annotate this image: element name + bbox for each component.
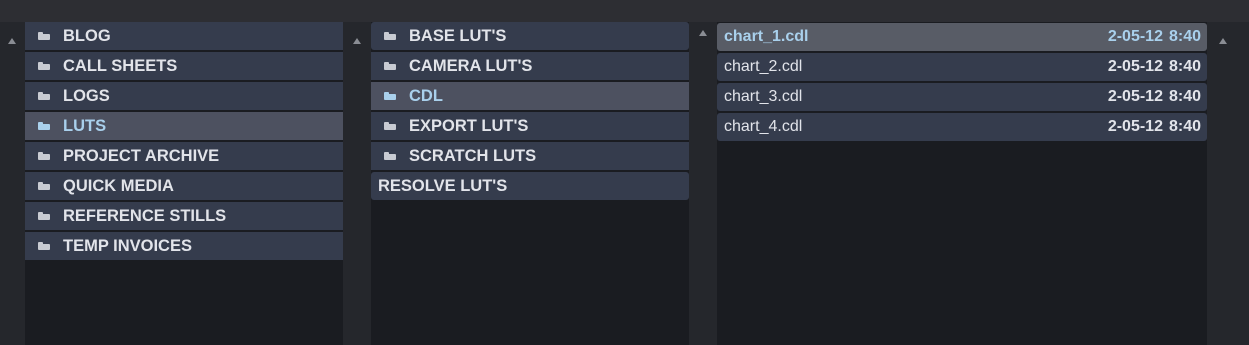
folder-icon	[38, 182, 50, 190]
folder-label: PROJECT ARCHIVE	[63, 146, 220, 165]
folder-label: SCRATCH LUTS	[409, 146, 537, 165]
folder-icon	[384, 152, 396, 160]
folder-icon	[38, 212, 50, 220]
file-item[interactable]: chart_4.cdl 2-05-12 8:40	[717, 113, 1207, 141]
folder-icon	[38, 92, 50, 100]
folder-item[interactable]: EXPORT LUT'S	[371, 112, 689, 140]
folder-icon	[38, 152, 50, 160]
folder-item[interactable]: LOGS	[25, 82, 343, 110]
folder-label: CALL SHEETS	[63, 56, 178, 75]
folder-label: CDL	[409, 86, 443, 105]
scroll-up-icon[interactable]	[1219, 38, 1227, 44]
folder-label: BASE LUT'S	[409, 26, 507, 45]
file-name: chart_2.cdl	[724, 58, 803, 75]
scroll-up-icon[interactable]	[699, 30, 707, 36]
file-item[interactable]: chart_2.cdl 2-05-12 8:40	[717, 53, 1207, 81]
file-date: 2-05-12 8:40	[1107, 118, 1201, 135]
folder-icon	[38, 122, 50, 130]
folder-item[interactable]: CAMERA LUT'S	[371, 52, 689, 80]
folder-item[interactable]: REFERENCE STILLS	[25, 202, 343, 230]
folder-item-selected[interactable]: LUTS	[25, 112, 343, 140]
file-name: chart_4.cdl	[724, 118, 803, 135]
folder-column-2: BASE LUT'S CAMERA LUT'S CDL EXPORT LUT'S…	[371, 22, 689, 345]
folder-label: BLOG	[63, 26, 111, 45]
column2-scrollbar[interactable]	[343, 22, 371, 345]
file-date: 2-05-12 8:40	[1107, 58, 1201, 75]
folder-item-selected[interactable]: CDL	[371, 82, 689, 110]
column1-scrollbar[interactable]	[0, 22, 25, 345]
folder-label: REFERENCE STILLS	[63, 206, 227, 225]
folder-label: LUTS	[63, 116, 107, 135]
file-item-selected[interactable]: chart_1.cdl 2-05-12 8:40	[717, 23, 1207, 51]
folder-icon	[38, 242, 50, 250]
folder-item[interactable]: TEMP INVOICES	[25, 232, 343, 260]
folder-icon	[38, 62, 50, 70]
column3-scrollbar[interactable]	[689, 22, 717, 345]
folder-item[interactable]: RESOLVE LUT'S	[371, 172, 689, 200]
file-item[interactable]: chart_3.cdl 2-05-12 8:40	[717, 83, 1207, 111]
folder-icon	[384, 62, 396, 70]
folder-label: LOGS	[63, 86, 110, 105]
file-name: chart_1.cdl	[724, 28, 809, 45]
folder-icon	[384, 92, 396, 100]
folder-label: CAMERA LUT'S	[409, 56, 533, 75]
folder-item[interactable]: BLOG	[25, 22, 343, 50]
folder-label: RESOLVE LUT'S	[378, 176, 508, 195]
scroll-up-icon[interactable]	[8, 38, 16, 44]
file-column: chart_1.cdl 2-05-12 8:40 chart_2.cdl 2-05…	[717, 22, 1207, 345]
folder-icon	[384, 32, 396, 40]
file-date: 2-05-12 8:40	[1107, 28, 1201, 45]
folder-icon	[384, 122, 396, 130]
folder-label: TEMP INVOICES	[63, 236, 192, 255]
file-name: chart_3.cdl	[724, 88, 803, 105]
folder-label: QUICK MEDIA	[63, 176, 174, 195]
folder-item[interactable]: PROJECT ARCHIVE	[25, 142, 343, 170]
folder-label: EXPORT LUT'S	[409, 116, 529, 135]
folder-item[interactable]: QUICK MEDIA	[25, 172, 343, 200]
scroll-up-icon[interactable]	[353, 38, 361, 44]
folder-item[interactable]: BASE LUT'S	[371, 22, 689, 50]
folder-icon	[38, 32, 50, 40]
top-bar	[0, 0, 1249, 22]
folder-item[interactable]: SCRATCH LUTS	[371, 142, 689, 170]
folder-column-1: BLOG CALL SHEETS LOGS LUTS PROJECT ARCHI…	[25, 22, 343, 345]
file-column-scrollbar[interactable]	[1207, 22, 1249, 345]
folder-item[interactable]: CALL SHEETS	[25, 52, 343, 80]
file-date: 2-05-12 8:40	[1107, 88, 1201, 105]
